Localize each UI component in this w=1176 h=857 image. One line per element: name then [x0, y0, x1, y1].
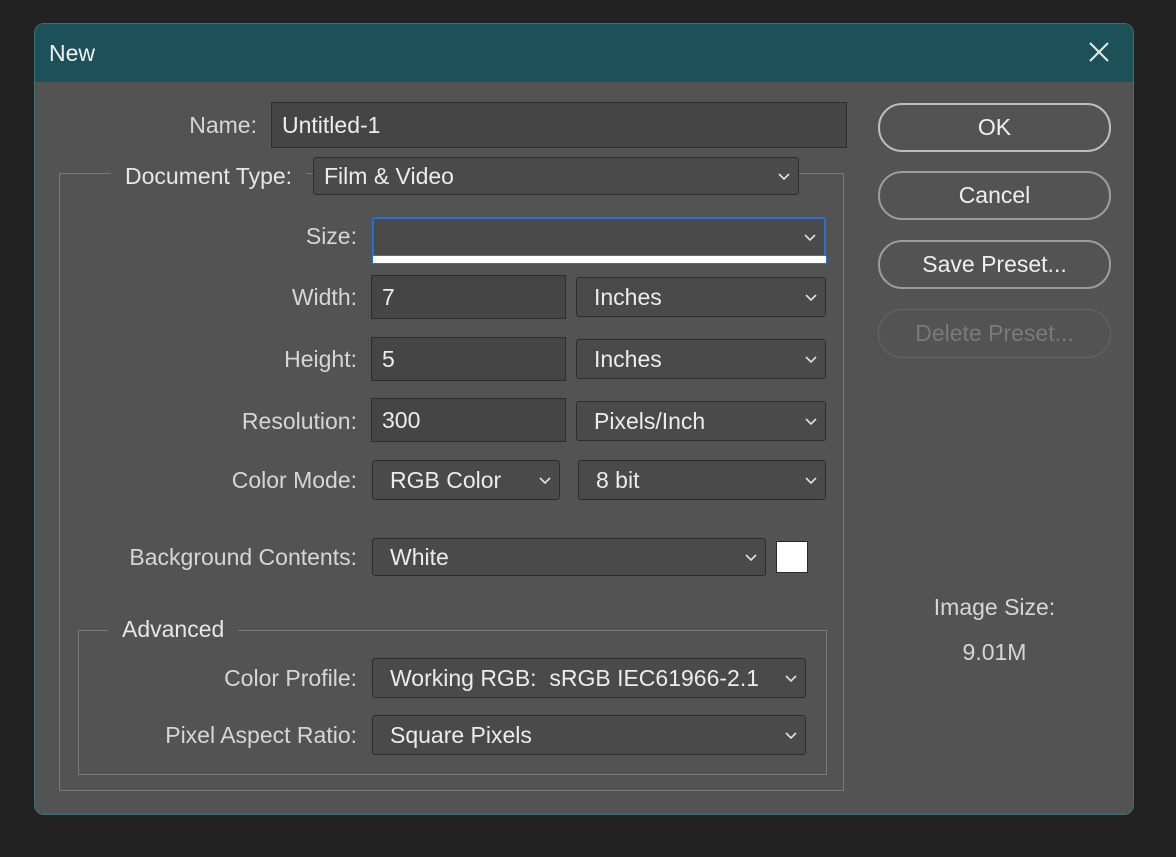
chevron-down-icon [805, 356, 817, 364]
image-size-label: Image Size: [933, 594, 1056, 620]
size-dropdown-strip [372, 255, 827, 264]
resolution-unit-value: Pixels/Inch [594, 408, 706, 434]
document-type-value: Film & Video [324, 163, 454, 189]
chevron-down-icon [539, 477, 551, 485]
color-profile-value: Working RGB: sRGB IEC61966-2.1 [390, 665, 759, 691]
chevron-down-icon [804, 234, 816, 242]
color-mode-value: RGB Color [390, 467, 502, 493]
background-color-swatch[interactable] [776, 541, 808, 573]
resolution-label: Resolution: [241, 408, 357, 434]
new-document-dialog: New Name: Untitled-1 Document Type: Film… [34, 23, 1134, 815]
ok-button[interactable]: OK [878, 103, 1111, 152]
height-label: Height: [284, 346, 357, 372]
chevron-down-icon [805, 477, 817, 485]
pixel-aspect-ratio-select[interactable]: Square Pixels [372, 715, 806, 755]
name-input[interactable]: Untitled-1 [271, 102, 847, 148]
width-unit-value: Inches [594, 284, 662, 310]
background-contents-label: Background Contents: [129, 544, 357, 570]
width-input[interactable]: 7 [371, 275, 566, 319]
chevron-down-icon [805, 294, 817, 302]
chevron-down-icon [745, 554, 757, 562]
width-unit-select[interactable]: Inches [576, 277, 826, 317]
background-contents-value: White [390, 544, 449, 570]
height-unit-value: Inches [594, 346, 662, 372]
color-profile-label: Color Profile: [224, 665, 357, 691]
chevron-down-icon [805, 418, 817, 426]
resolution-input[interactable]: 300 [371, 398, 566, 442]
color-mode-label: Color Mode: [231, 467, 357, 493]
dialog-title: New [49, 40, 96, 66]
color-mode-select[interactable]: RGB Color [372, 460, 560, 500]
name-label: Name: [189, 112, 257, 138]
cancel-button[interactable]: Cancel [878, 171, 1111, 220]
bit-depth-value: 8 bit [596, 467, 640, 493]
pixel-aspect-ratio-label: Pixel Aspect Ratio: [165, 722, 357, 748]
bit-depth-select[interactable]: 8 bit [578, 460, 826, 500]
document-type-label: Document Type: [111, 163, 307, 190]
size-select[interactable] [372, 217, 826, 257]
resolution-unit-select[interactable]: Pixels/Inch [576, 401, 826, 441]
color-profile-select[interactable]: Working RGB: sRGB IEC61966-2.1 [372, 658, 806, 698]
chevron-down-icon [785, 732, 797, 740]
title-bar: New [35, 24, 1133, 82]
save-preset-button[interactable]: Save Preset... [878, 240, 1111, 289]
background-contents-select[interactable]: White [372, 538, 766, 576]
document-type-select[interactable]: Film & Video [313, 157, 799, 195]
width-label: Width: [291, 284, 357, 310]
height-input[interactable]: 5 [371, 337, 566, 381]
size-label: Size: [305, 223, 357, 249]
close-icon[interactable] [1087, 40, 1111, 64]
image-size-value: 9.01M [962, 639, 1027, 665]
delete-preset-button: Delete Preset... [878, 309, 1111, 358]
chevron-down-icon [785, 675, 797, 683]
pixel-aspect-ratio-value: Square Pixels [390, 722, 532, 748]
chevron-down-icon [778, 173, 790, 181]
advanced-title: Advanced [108, 616, 239, 643]
height-unit-select[interactable]: Inches [576, 339, 826, 379]
